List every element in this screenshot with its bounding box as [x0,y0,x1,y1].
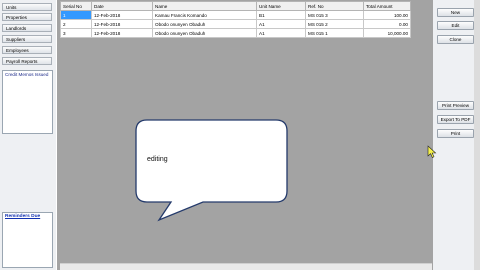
table-row[interactable]: 2 12-Feb-2018 Obodo onunyen Obaduh A1 MS… [60,19,411,29]
cell-total-amount[interactable]: 10,000.00 [363,28,411,38]
column-header-date[interactable]: Date [91,1,153,11]
credit-memos-title: Credit Memos Issued [5,72,49,77]
cell-date[interactable]: 12-Feb-2018 [91,28,153,38]
horizontal-scrollbar[interactable] [60,263,432,270]
reminders-due-link[interactable]: Reminders Due [5,214,40,219]
nav-units-button[interactable]: Units [2,3,52,11]
credit-memo-table: Serial No Date Name Unit Name Ref. No To… [60,1,411,38]
left-nav-panel: Units Properties Landlords Suppliers Emp… [0,0,56,270]
print-preview-button[interactable]: Print Preview [437,101,474,110]
cell-unit-name[interactable]: A1 [256,28,306,38]
cell-serial-no[interactable]: 3 [60,28,92,38]
vertical-scrollbar[interactable] [474,0,480,270]
column-header-ref-no[interactable]: Ref. No [305,1,364,11]
cell-date[interactable]: 12-Feb-2018 [91,19,153,29]
column-header-name[interactable]: Name [152,1,257,11]
nav-suppliers-button[interactable]: Suppliers [2,35,52,43]
table-row[interactable]: 1 12-Feb-2018 Kamau Francis Komando B1 M… [60,10,411,20]
column-header-unit-name[interactable]: Unit Name [256,1,306,11]
cell-name[interactable]: Obodo onunyen Obaduh [152,19,257,29]
table-row[interactable]: 3 12-Feb-2018 Obodo onunyen Obaduh A1 MS… [60,28,411,38]
nav-landlords-button[interactable]: Landlords [2,24,52,32]
right-action-panel: New Edit Clone Print Preview Export To P… [433,0,480,270]
clone-button[interactable]: Clone [437,35,474,44]
speech-bubble-callout [135,119,288,222]
nav-payroll-reports-button[interactable]: Payroll Reports [2,57,52,65]
cell-ref-no[interactable]: MS 015 2 [305,19,364,29]
reminders-panel: Reminders Due [2,212,53,268]
edit-button[interactable]: Edit [437,21,474,30]
nav-employees-button[interactable]: Employees [2,46,52,54]
column-header-total-amount[interactable]: Total Amount [363,1,411,11]
column-header-serial-no[interactable]: Serial No [60,1,92,11]
export-pdf-button[interactable]: Export To PDF [437,115,474,124]
callout-text: editing [147,156,168,163]
cell-unit-name[interactable]: A1 [256,19,306,29]
mouse-cursor-icon [427,145,437,159]
cell-name[interactable]: Kamau Francis Komando [152,10,257,20]
cell-unit-name[interactable]: B1 [256,10,306,20]
new-button[interactable]: New [437,8,474,17]
nav-properties-button[interactable]: Properties [2,13,52,21]
cell-ref-no[interactable]: MS 015 1 [305,28,364,38]
cell-total-amount[interactable]: 0.00 [363,19,411,29]
cell-serial-no[interactable]: 1 [60,10,92,20]
cell-date[interactable]: 12-Feb-2018 [91,10,153,20]
cell-ref-no[interactable]: MS 015 3 [305,10,364,20]
credit-memos-panel: Credit Memos Issued [2,70,53,134]
table-header-row: Serial No Date Name Unit Name Ref. No To… [60,1,411,11]
print-button[interactable]: Print [437,129,474,138]
cell-serial-no[interactable]: 2 [60,19,92,29]
cell-name[interactable]: Obodo onunyen Obaduh [152,28,257,38]
cell-total-amount[interactable]: 100.00 [363,10,411,20]
